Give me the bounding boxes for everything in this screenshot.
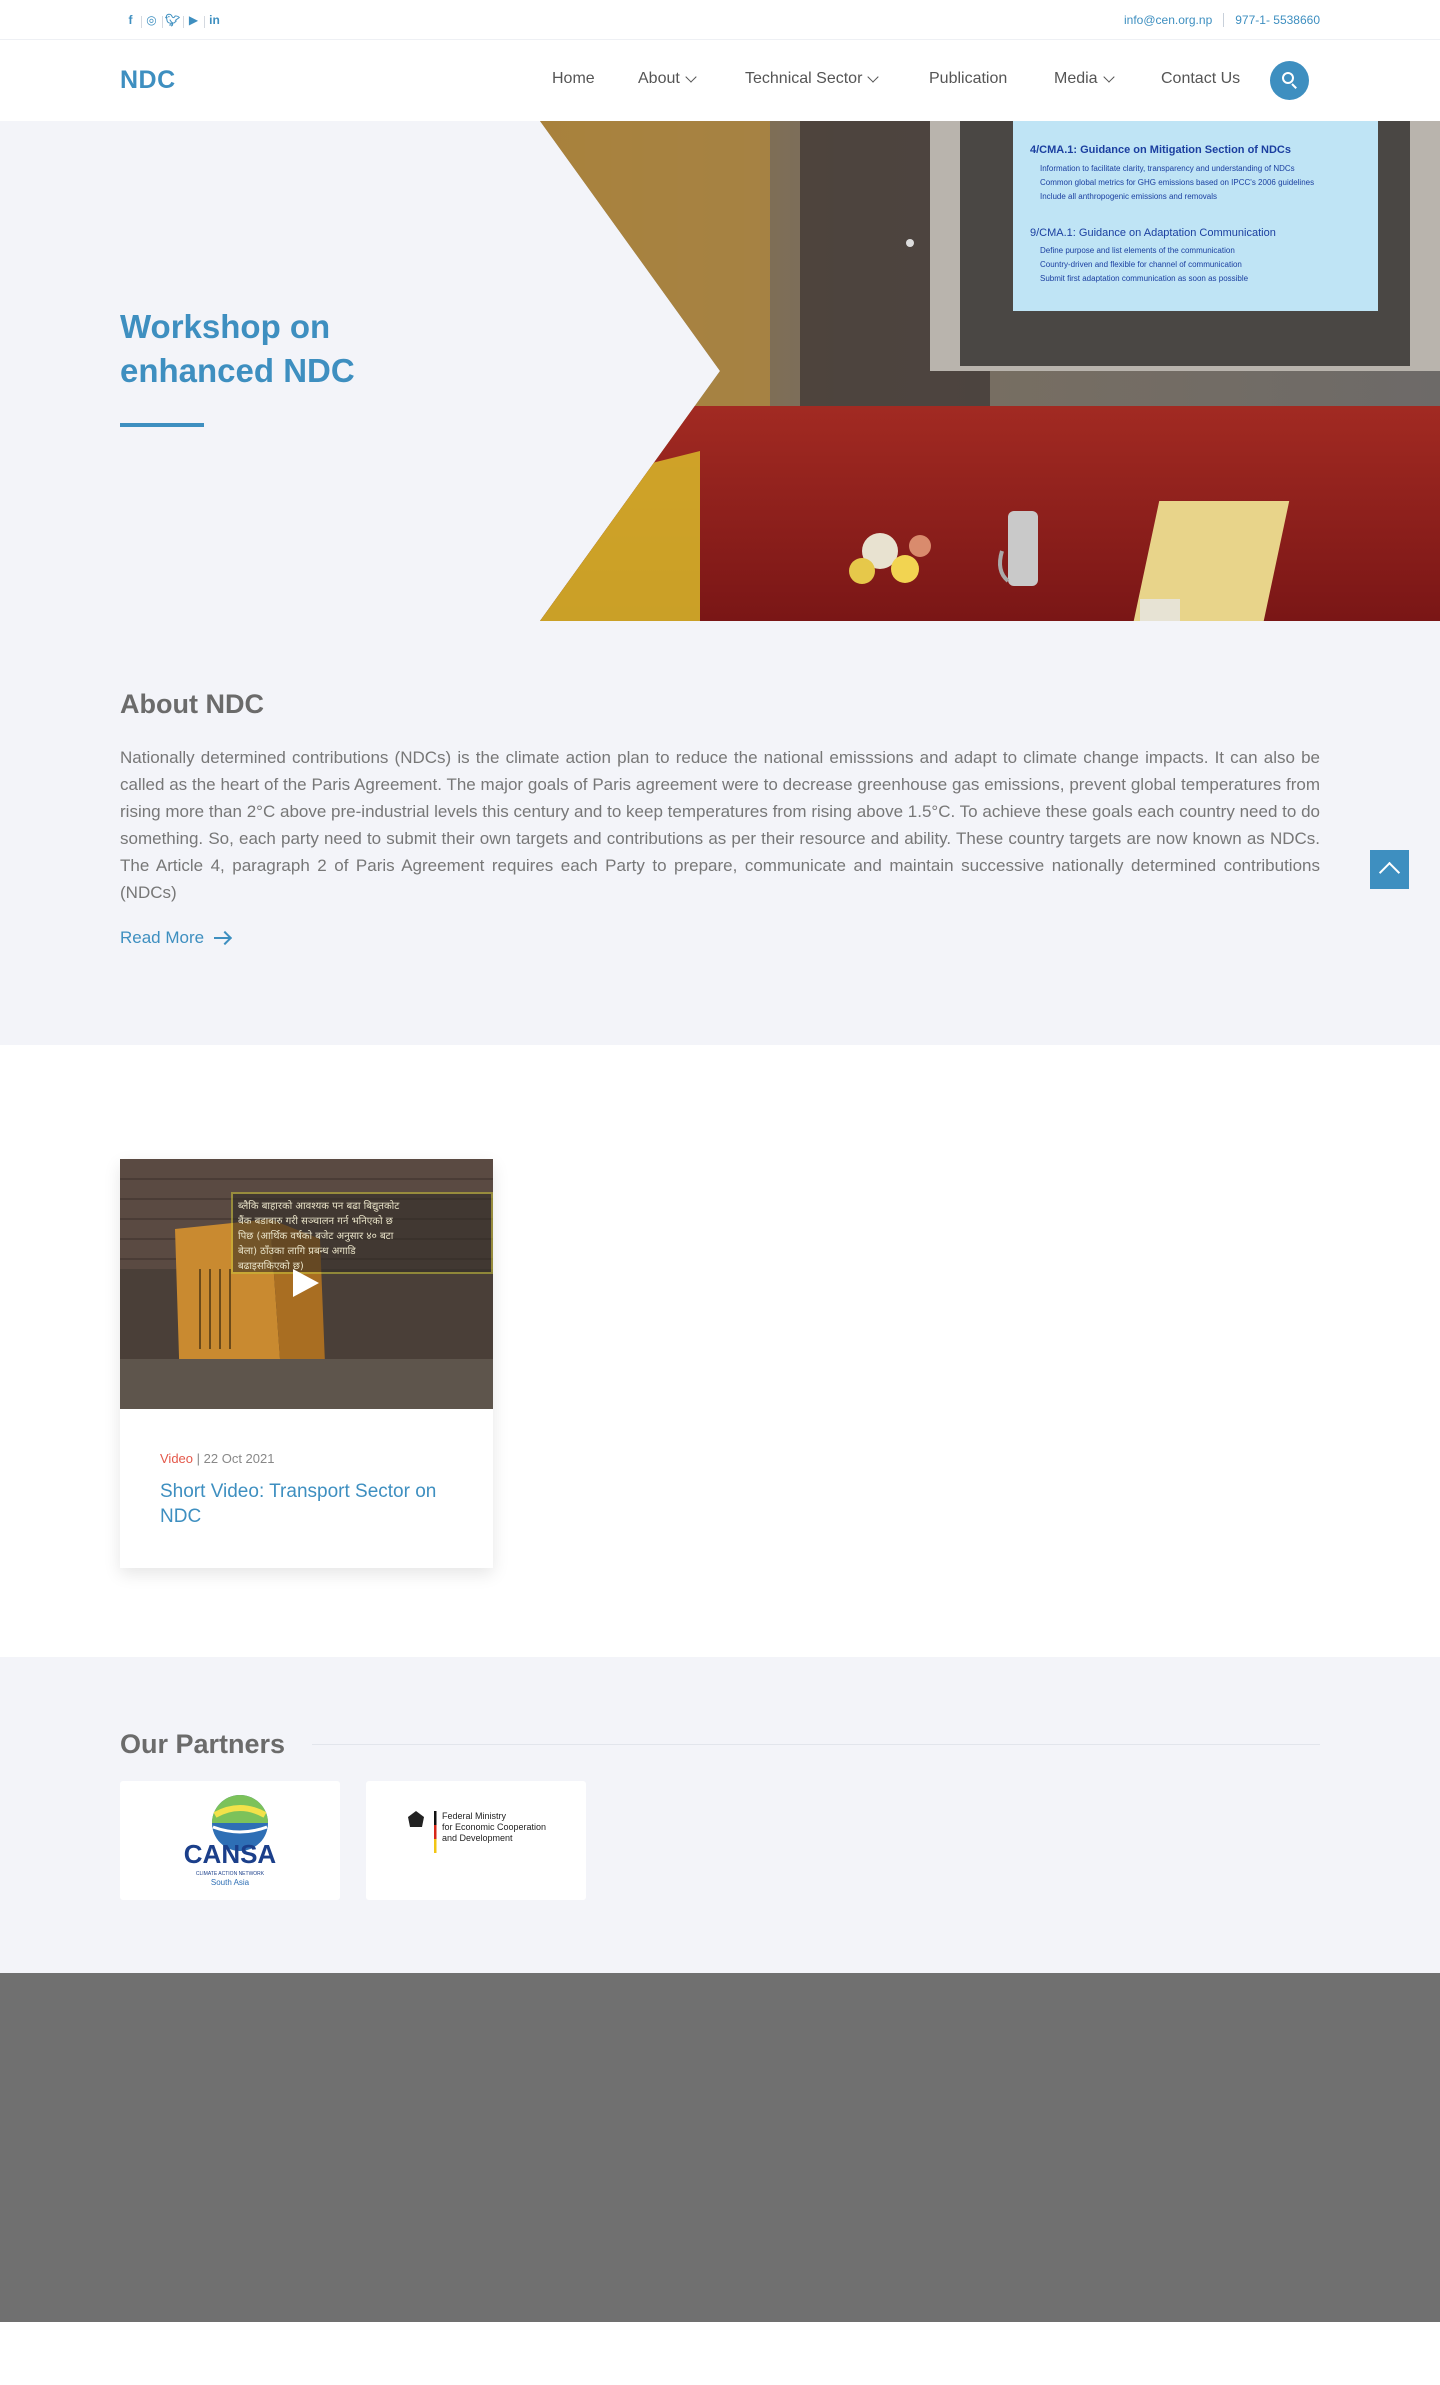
bmz-logo: Federal Ministry for Economic Cooperatio…: [408, 1811, 546, 1853]
bmz-line: and Development: [442, 1833, 513, 1843]
nav-item-publication[interactable]: Publication: [929, 70, 1007, 88]
video-caption-line: ब्लैकि बाहारको आवश्यक पन बढा बिद्युतकोट: [238, 1200, 400, 1212]
twitter-icon[interactable]: 🐦︎: [162, 13, 183, 28]
nav-item-media[interactable]: Media: [1054, 70, 1115, 88]
chevron-down-icon: [867, 70, 880, 83]
main-menu: Home About Technical Sector Publication …: [0, 40, 1440, 121]
phone-link[interactable]: 977-1- 5538660: [1235, 13, 1320, 27]
nav-item-home[interactable]: Home: [552, 70, 595, 88]
read-more-link[interactable]: Read More: [120, 928, 231, 948]
cansa-wordmark: CANSA: [184, 1839, 277, 1869]
cansa-region: South Asia: [211, 1878, 250, 1887]
bottom-strip: [0, 2322, 1440, 2385]
nav-label: Contact Us: [1161, 70, 1241, 87]
scroll-to-top-button[interactable]: [1370, 850, 1409, 889]
cansa-logo: CANSA CLIMATE ACTION NETWORK South Asia: [184, 1795, 277, 1887]
facebook-icon[interactable]: f: [120, 13, 141, 27]
partners-section: Our Partners CANSA CLIMATE ACTION NETWOR…: [0, 1657, 1440, 1973]
instagram-icon[interactable]: ◎: [141, 13, 162, 28]
video-title[interactable]: Short Video: Transport Sector on NDC: [160, 1479, 460, 1529]
hero-banner: 4/CMA.1: Guidance on Mitigation Section …: [0, 121, 1440, 621]
slide-bullet: Common global metrics for GHG emissions …: [1040, 178, 1314, 187]
cansa-tagline: CLIMATE ACTION NETWORK: [196, 1871, 265, 1877]
nav-item-technical-sector[interactable]: Technical Sector: [745, 70, 880, 88]
email-link[interactable]: info@cen.org.np: [1124, 13, 1212, 27]
about-title: About NDC: [120, 689, 264, 719]
slide-bullet: Submit first adaptation communication as…: [1040, 274, 1249, 283]
read-more-label: Read More: [120, 928, 205, 947]
divider: [312, 1744, 1320, 1745]
partners-title: Our Partners: [120, 1729, 286, 1759]
partner-logo-cansa[interactable]: CANSA CLIMATE ACTION NETWORK South Asia: [120, 1781, 340, 1900]
slide-bullet: Define purpose and list elements of the …: [1040, 246, 1235, 255]
about-section: About NDC Nationally determined contribu…: [0, 621, 1440, 1045]
slide-bullet: Country-driven and flexible for channel …: [1040, 260, 1242, 269]
nav-item-contact-us[interactable]: Contact Us: [1161, 70, 1240, 88]
nav-label: Home: [552, 70, 595, 87]
video-caption-line: बैंक बडाबारु गरी सञ्चालन गर्न भनिएको छ: [238, 1215, 394, 1227]
video-date: | 22 Oct 2021: [196, 1451, 275, 1466]
slide-bullet: Information to facilitate clarity, trans…: [1040, 164, 1295, 173]
play-icon[interactable]: [293, 1269, 319, 1297]
chevron-down-icon: [685, 70, 697, 83]
contact-info: info@cen.org.np 977-1- 5538660: [1124, 0, 1320, 40]
bmz-line: Federal Ministry: [442, 1811, 507, 1821]
hero-underline: [120, 423, 204, 427]
slide-heading: 4/CMA.1: Guidance on Mitigation Section …: [1030, 144, 1291, 156]
nav-item-about[interactable]: About: [638, 70, 697, 88]
bmz-line: for Economic Cooperation: [442, 1822, 546, 1832]
partner-logo-bmz[interactable]: Federal Ministry for Economic Cooperatio…: [366, 1781, 586, 1900]
search-icon-handle: [1291, 83, 1297, 89]
video-thumbnail[interactable]: ब्लैकि बाहारको आवश्यक पन बढा बिद्युतकोट …: [120, 1159, 493, 1409]
chevron-down-icon: [1102, 70, 1115, 83]
arrow-right-icon: [214, 937, 231, 939]
nav-label: About: [638, 70, 680, 87]
footer: [0, 1973, 1440, 2322]
video-meta: Video | 22 Oct 2021: [160, 1451, 274, 1466]
nav-label: Media: [1054, 70, 1098, 87]
youtube-icon[interactable]: ▶: [183, 13, 204, 28]
main-navbar: NDC Home About Technical Sector Publicat…: [0, 40, 1440, 121]
slide-bullet: Include all anthropogenic emissions and …: [1040, 192, 1217, 201]
chevron-up-icon: [1378, 861, 1401, 884]
linkedin-icon[interactable]: in: [204, 13, 225, 28]
video-card[interactable]: ब्लैकि बाहारको आवश्यक पन बढा बिद्युतकोट …: [120, 1159, 493, 1568]
video-caption-line: बेला) ठाँउका लागि प्रबन्ध अगाडि: [238, 1245, 356, 1257]
video-category[interactable]: Video: [160, 1451, 193, 1466]
divider: [1223, 13, 1225, 27]
nav-label: Publication: [929, 70, 1008, 87]
video-caption-line: पिछ (आर्थिक वर्षको बजेट अनुसार ४० बटा: [238, 1230, 394, 1242]
hero-title: Workshop on enhanced NDC: [120, 308, 355, 389]
search-button[interactable]: [1270, 61, 1309, 100]
social-links: f ◎ 🐦︎ ▶ in: [120, 0, 225, 40]
about-body: Nationally determined contributions (NDC…: [120, 748, 1320, 902]
nav-label: Technical Sector: [745, 70, 863, 87]
top-bar: f ◎ 🐦︎ ▶ in info@cen.org.np 977-1- 55386…: [0, 0, 1440, 40]
slide-heading: 9/CMA.1: Guidance on Adaptation Communic…: [1030, 227, 1276, 239]
